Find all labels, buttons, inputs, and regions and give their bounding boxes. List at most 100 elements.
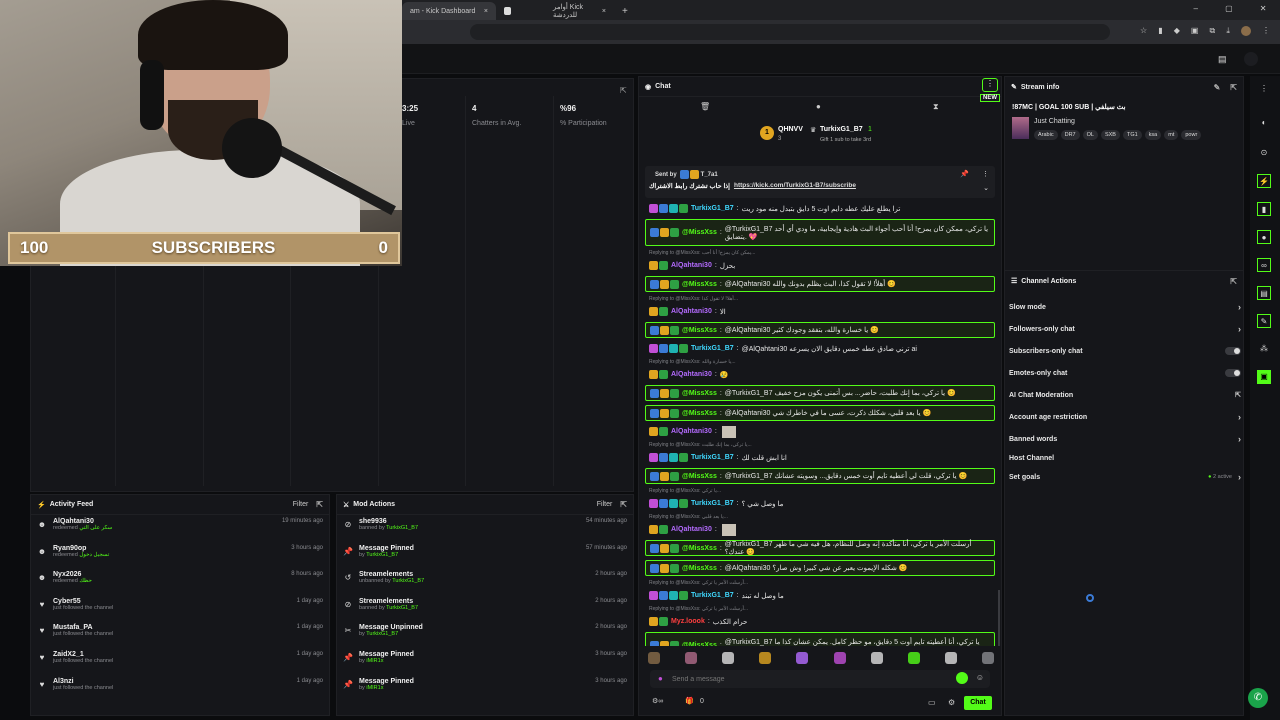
chat-username[interactable]: @MissXss xyxy=(682,545,717,552)
chat-username[interactable]: AlQahtani30 xyxy=(671,428,712,435)
chat-username[interactable]: AlQahtani30 xyxy=(671,371,712,378)
emote-button[interactable] xyxy=(759,652,772,664)
external-link-icon[interactable]: ⇱ xyxy=(1235,391,1241,399)
chat-message[interactable]: @MissXss : @TurkixG1_B7 يا تركي، بما إنك… xyxy=(645,385,995,401)
activity-feed-item[interactable]: ♥ Cyber55 just followed the channel 1 da… xyxy=(31,595,329,621)
channel-action-row[interactable]: Host Channel xyxy=(1009,448,1241,468)
chat-reply-context[interactable]: Replying to @MissXss: يا تركي... xyxy=(649,488,721,494)
popout-icon[interactable]: ⇱ xyxy=(620,500,627,509)
mic-icon[interactable]: ● xyxy=(658,674,663,683)
mod-item-title[interactable]: Message Pinned xyxy=(359,678,595,685)
more-icon[interactable]: ⋮ xyxy=(1257,82,1271,96)
extension-icon[interactable]: ▮ xyxy=(1158,26,1162,38)
gear-icon[interactable]: ⚙ xyxy=(948,698,955,707)
trash-icon[interactable]: 🗑 xyxy=(700,102,710,111)
wrench-icon[interactable]: ✎ xyxy=(1257,314,1271,328)
chat-message[interactable]: @MissXss : @TurkixG1_B7 يا تركي، قلت لي … xyxy=(645,468,995,484)
browser-tab-kick-commands[interactable]: أوامر Kick للدردشة × xyxy=(496,2,614,20)
channel-action-row[interactable]: AI Chat Moderation ⇱ xyxy=(1009,385,1241,405)
chat-username[interactable]: TurkixG1_B7 xyxy=(691,454,734,461)
activity-feed-item[interactable]: ♥ Mustafa_PA just followed the channel 1… xyxy=(31,621,329,647)
chat-username[interactable]: @MissXss xyxy=(682,642,717,646)
chat-message[interactable]: TurkixG1_B7 : ما وصل شي ؟ xyxy=(645,497,995,510)
chat-reply-context[interactable]: Replying to @MissXss: يا تركي، بما إنك ط… xyxy=(649,442,752,448)
chevron-right-icon[interactable]: › xyxy=(1238,302,1241,312)
mod-actor[interactable]: TurkixG1_B7 xyxy=(366,552,398,558)
mod-item-title[interactable]: Streamelements xyxy=(359,598,595,605)
chat-username[interactable]: @MissXss xyxy=(682,410,717,417)
chat-username[interactable]: TurkixG1_B7 xyxy=(691,345,734,352)
mod-action-item[interactable]: 📌 Message Pinned by TurkixG1_B7 57 minut… xyxy=(337,542,633,568)
chat-username[interactable]: AlQahtani30 xyxy=(671,308,712,315)
popout-icon[interactable]: ⇱ xyxy=(1230,277,1237,286)
extension-icon[interactable]: ◆ xyxy=(1174,26,1180,38)
chat-username[interactable]: @MissXss xyxy=(682,390,717,397)
mod-action-item[interactable]: 📌 Message Pinned by iMIR1x 3 hours ago xyxy=(337,675,633,701)
feed-username[interactable]: AlQahtani30 xyxy=(53,518,282,525)
link-icon[interactable]: ∞ xyxy=(1257,258,1271,272)
filter-button[interactable]: Filter xyxy=(293,501,309,508)
chat-input-box[interactable]: ● ☺ xyxy=(650,670,990,688)
emote-button[interactable] xyxy=(796,652,809,664)
gift-icon[interactable]: 🎁 xyxy=(685,697,694,705)
emoji-icon[interactable]: ☺ xyxy=(976,673,984,682)
channel-action-row[interactable]: Subscribers-only chat xyxy=(1009,341,1241,361)
support-chat-icon[interactable]: ✆ xyxy=(1248,688,1268,708)
close-window-icon[interactable]: ✕ xyxy=(1260,4,1267,16)
chat-username[interactable]: @MissXss xyxy=(682,281,717,288)
chat-message[interactable]: AlQahtani30 : بحزل xyxy=(645,259,995,272)
chat-username[interactable]: @MissXss xyxy=(682,565,717,572)
chat-reply-context[interactable]: Replying to @MissXss: أرسلت الأمر يا ترك… xyxy=(649,606,748,612)
chevron-right-icon[interactable]: › xyxy=(1238,434,1241,444)
chat-message[interactable]: @MissXss : @AlQahtani30 يا خسارة والله، … xyxy=(645,322,995,338)
close-icon[interactable]: × xyxy=(602,8,606,15)
avatar[interactable] xyxy=(1240,26,1251,36)
mod-item-title[interactable]: Streamelements xyxy=(359,571,595,578)
lightning-icon[interactable]: ⚡ xyxy=(1257,174,1271,188)
emote-button[interactable] xyxy=(833,652,846,664)
chat-reply-context[interactable]: Replying to @MissXss: يا خسارة والله... xyxy=(649,359,736,365)
address-bar[interactable] xyxy=(470,24,1110,40)
chevron-right-icon[interactable]: › xyxy=(1238,472,1241,482)
star-icon[interactable]: ☆ xyxy=(1140,26,1147,38)
mod-actor[interactable]: TurkixG1_B7 xyxy=(386,605,418,611)
minimize-icon[interactable]: – xyxy=(1194,4,1198,16)
feed-username[interactable]: Mustafa_PA xyxy=(53,624,297,631)
feed-username[interactable]: Ryan90op xyxy=(53,545,291,552)
avatar[interactable] xyxy=(1244,52,1258,66)
mod-action-item[interactable]: ⊘ she9936 banned by TurkixG1_B7 54 minut… xyxy=(337,515,633,541)
puzzle-icon[interactable]: ⧉ xyxy=(1210,26,1216,38)
activity-feed-item[interactable]: ☻ Nyx2026 redeemed حظك 8 hours ago xyxy=(31,568,329,594)
chat-message[interactable]: TurkixG1_B7 : @AlQahtani30 ترني صادق عطه… xyxy=(645,342,995,355)
chat-message[interactable]: @MissXss : @TurkixG1_B7 أرسلت الأمر يا ت… xyxy=(645,540,995,556)
chat-message[interactable]: @MissXss : @AlQahtani30 أهلاً! لا تقول ك… xyxy=(645,276,995,292)
toggle-switch[interactable] xyxy=(1225,347,1241,355)
mod-item-title[interactable]: Message Pinned xyxy=(359,545,586,552)
channel-action-row[interactable]: Account age restriction › xyxy=(1009,407,1241,427)
book-icon[interactable]: ▮ xyxy=(1257,202,1271,216)
chat-options-icon[interactable]: ⋮ xyxy=(982,78,998,92)
mod-item-title[interactable]: Message Unpinned xyxy=(359,624,595,631)
chat-reply-context[interactable]: Replying to @MissXss: يا بعد قلبي... xyxy=(649,514,728,520)
emote-button[interactable] xyxy=(944,652,957,664)
mod-actor[interactable]: iMIR1x xyxy=(366,658,383,664)
activity-feed-item[interactable]: ♥ Al3nzi just followed the channel 1 day… xyxy=(31,675,329,701)
emote-button[interactable] xyxy=(870,652,883,664)
mod-action-item[interactable]: ⊘ Streamelements banned by TurkixG1_B7 2… xyxy=(337,595,633,621)
channel-action-row[interactable]: Banned words › xyxy=(1009,429,1241,449)
message-icon[interactable]: ● xyxy=(816,102,821,111)
chat-username[interactable]: TurkixG1_B7 xyxy=(691,205,734,212)
users-icon[interactable]: ⚙∞ xyxy=(652,697,663,705)
chat-message[interactable]: AlQahtani30 : xyxy=(645,523,995,536)
activity-feed-item[interactable]: ♥ ZaidX2_1 just followed the channel 1 d… xyxy=(31,648,329,674)
chat-message[interactable]: @MissXss : @TurkixG1_B7 يا تركي، ممكن كا… xyxy=(645,219,995,246)
channel-action-row[interactable]: Slow mode › xyxy=(1009,297,1241,317)
new-tab-button[interactable]: + xyxy=(614,2,630,20)
chat-message[interactable]: AlQahtani30 : xyxy=(645,425,995,438)
mod-actor[interactable]: TurkixG1_B7 xyxy=(392,578,424,584)
menu-icon[interactable]: ⋮ xyxy=(1262,26,1270,38)
chat-message[interactable]: AlQahtani30 : الا xyxy=(645,305,995,318)
close-icon[interactable]: × xyxy=(484,8,488,15)
chevron-right-icon[interactable]: › xyxy=(1238,324,1241,334)
popout-icon[interactable]: ⇱ xyxy=(316,500,323,509)
